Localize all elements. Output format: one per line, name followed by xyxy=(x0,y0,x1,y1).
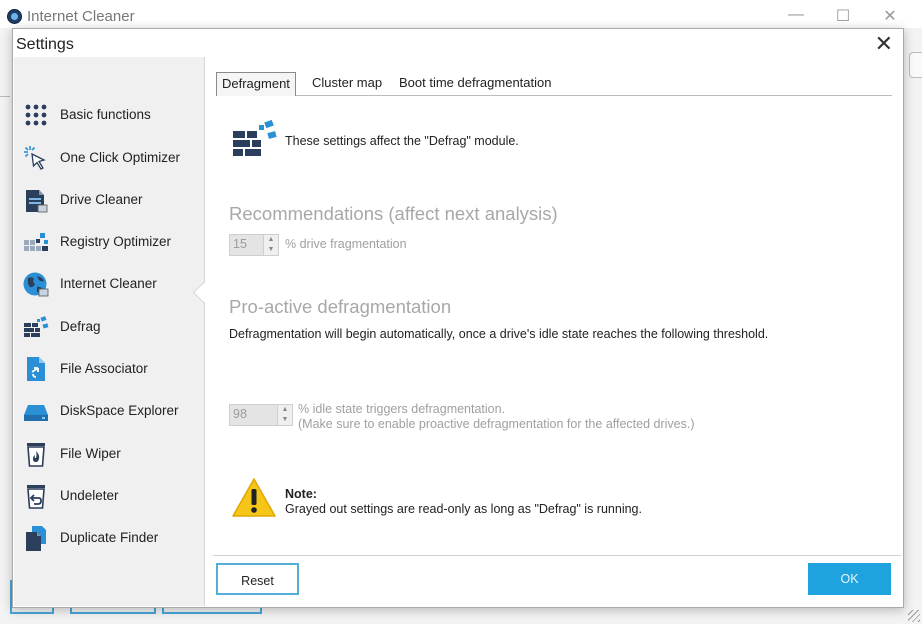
disk-icon xyxy=(24,405,48,421)
dialog-title: Settings xyxy=(16,36,74,53)
cursor-sparkle-icon xyxy=(24,146,46,170)
info-text: These settings affect the "Defrag" modul… xyxy=(285,134,519,148)
sidebar-item-basic-functions[interactable]: Basic functions xyxy=(14,94,204,132)
idle-threshold-hint: (Make sure to enable proactive defragmen… xyxy=(298,417,695,431)
sidebar-item-label: Undeleter xyxy=(60,488,119,503)
sidebar-item-label: Internet Cleaner xyxy=(60,276,157,291)
defrag-icon xyxy=(24,316,49,337)
warning-icon xyxy=(232,478,276,517)
proactive-title: Pro-active defragmentation xyxy=(229,296,452,317)
sidebar-item-label: Defrag xyxy=(60,319,101,334)
reset-button[interactable]: Reset xyxy=(216,563,299,595)
defrag-module-icon xyxy=(233,119,277,156)
idle-threshold-spinner[interactable]: 98 ▲ ▼ xyxy=(229,404,293,426)
registry-icon xyxy=(24,233,48,251)
sidebar-item-undeleter[interactable]: Undeleter xyxy=(14,475,204,513)
dialog-close-button[interactable]: ✕ xyxy=(875,32,893,56)
spinner-value: 98 xyxy=(233,407,247,421)
footer-divider xyxy=(213,555,901,556)
idle-threshold-label: % idle state triggers defragmentation. xyxy=(298,402,506,416)
tab-cluster-map[interactable]: Cluster map xyxy=(307,72,387,95)
sidebar-item-diskspace-explorer[interactable]: DiskSpace Explorer xyxy=(14,390,204,428)
sidebar-item-duplicate-finder[interactable]: Duplicate Finder xyxy=(14,517,204,555)
proactive-description: Defragmentation will begin automatically… xyxy=(229,327,769,341)
spinner-arrows-icon[interactable]: ▲ ▼ xyxy=(277,405,292,425)
app-title: Internet Cleaner xyxy=(27,8,135,25)
sidebar-item-label: DiskSpace Explorer xyxy=(60,403,179,418)
sidebar-item-file-wiper[interactable]: File Wiper xyxy=(14,433,204,471)
sidebar-item-defrag[interactable]: Defrag xyxy=(14,306,204,344)
sidebar-item-label: One Click Optimizer xyxy=(60,150,181,165)
sidebar-item-drive-cleaner[interactable]: Drive Cleaner xyxy=(14,179,204,217)
resize-grip-icon[interactable] xyxy=(908,610,920,622)
minimize-button[interactable]: — xyxy=(786,6,806,24)
app-close-button[interactable]: ✕ xyxy=(880,6,900,26)
tab-defragment[interactable]: Defragment xyxy=(216,72,296,96)
note-text: Grayed out settings are read-only as lon… xyxy=(285,502,642,516)
maximize-button[interactable]: ☐ xyxy=(833,6,853,26)
settings-dialog: Settings ✕ Basic functions One Click Opt… xyxy=(12,28,904,608)
app-titlebar: Internet Cleaner — ☐ ✕ xyxy=(0,0,922,28)
trash-fire-icon xyxy=(27,443,45,467)
sidebar-item-label: Basic functions xyxy=(60,107,151,122)
background-edge-control xyxy=(909,52,922,78)
app-logo-icon xyxy=(7,9,22,24)
spinner-arrows-icon[interactable]: ▲ ▼ xyxy=(263,235,278,255)
sidebar-item-label: File Associator xyxy=(60,361,148,376)
fragmentation-spinner[interactable]: 15 ▲ ▼ xyxy=(229,234,279,256)
duplicate-files-icon xyxy=(26,526,46,551)
drive-cleaner-icon xyxy=(26,190,48,213)
sidebar-item-label: Drive Cleaner xyxy=(60,192,143,207)
grid-dots-icon xyxy=(25,104,47,126)
fragmentation-suffix: % drive fragmentation xyxy=(285,237,407,251)
recommendations-title: Recommendations (affect next analysis) xyxy=(229,203,558,224)
sidebar-item-label: Registry Optimizer xyxy=(60,234,172,249)
note-label: Note: xyxy=(285,487,317,501)
trash-restore-icon xyxy=(27,485,45,509)
sidebar-item-label: File Wiper xyxy=(60,446,121,461)
globe-icon xyxy=(23,272,49,297)
settings-sidebar: Basic functions One Click Optimizer Driv… xyxy=(14,57,205,606)
ok-button[interactable]: OK xyxy=(808,563,891,595)
sidebar-item-label: Duplicate Finder xyxy=(60,530,159,545)
spinner-value: 15 xyxy=(233,237,247,251)
settings-tabs: Defragment Cluster map Boot time defragm… xyxy=(216,69,892,96)
tab-boot-time-defragmentation[interactable]: Boot time defragmentation xyxy=(394,72,556,95)
sidebar-item-registry-optimizer[interactable]: Registry Optimizer xyxy=(14,221,204,259)
sidebar-item-file-associator[interactable]: File Associator xyxy=(14,348,204,386)
sidebar-item-internet-cleaner[interactable]: Internet Cleaner xyxy=(14,263,204,301)
sidebar-item-one-click-optimizer[interactable]: One Click Optimizer xyxy=(14,137,204,175)
background-divider xyxy=(0,96,10,97)
file-associator-icon xyxy=(27,357,45,381)
